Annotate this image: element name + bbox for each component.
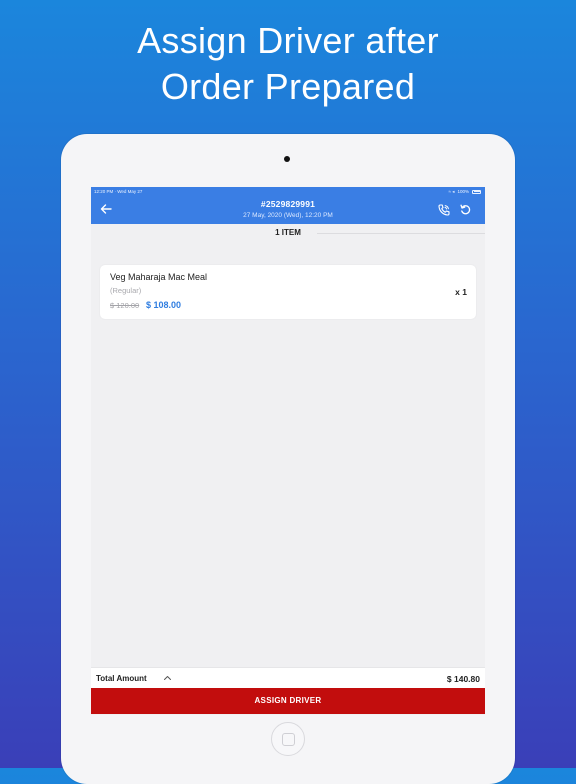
order-item-card: Veg Maharaja Mac Meal (Regular) $ 120.00… bbox=[100, 265, 476, 319]
app-screen: 12:20 PM · Wed May 27 ≈ ◂ 100% #25298299… bbox=[91, 187, 485, 715]
item-count-label: 1 ITEM bbox=[275, 228, 301, 237]
order-datetime: 27 May, 2020 (Wed), 12:20 PM bbox=[243, 212, 333, 219]
home-button[interactable] bbox=[271, 722, 305, 756]
headline-line-2: Order Prepared bbox=[160, 66, 416, 107]
item-name: Veg Maharaja Mac Meal bbox=[110, 272, 208, 282]
order-number: #2529829991 bbox=[260, 199, 316, 209]
chevron-up-icon[interactable] bbox=[163, 674, 172, 682]
status-indicators: ≈ ◂ 100% bbox=[448, 187, 481, 196]
item-original-price: $ 120.00 bbox=[110, 301, 140, 310]
ipad-frame: 12:20 PM · Wed May 27 ≈ ◂ 100% #25298299… bbox=[61, 134, 515, 784]
total-amount-label: Total Amount bbox=[96, 674, 147, 683]
assign-driver-button[interactable]: ASSIGN DRIVER bbox=[91, 688, 485, 714]
promo-headline: Assign Driver after Order Prepared bbox=[0, 18, 576, 110]
phone-call-icon[interactable] bbox=[437, 203, 451, 217]
total-amount-row[interactable]: Total Amount $ 140.80 bbox=[91, 667, 485, 689]
status-bar: 12:20 PM · Wed May 27 ≈ ◂ 100% bbox=[91, 187, 485, 196]
camera-dot bbox=[284, 156, 290, 162]
order-header: #2529829991 27 May, 2020 (Wed), 12:20 PM bbox=[91, 196, 485, 224]
battery-percent: 100% bbox=[457, 189, 469, 194]
item-count-row: 1 ITEM bbox=[91, 224, 485, 242]
item-quantity: x 1 bbox=[455, 287, 467, 297]
total-amount-value: $ 140.80 bbox=[446, 674, 480, 684]
headline-line-1: Assign Driver after bbox=[137, 20, 439, 61]
status-time: 12:20 PM · Wed May 27 bbox=[94, 189, 143, 194]
item-discounted-price: $ 108.00 bbox=[146, 300, 182, 310]
battery-icon bbox=[472, 189, 481, 194]
item-variant: (Regular) bbox=[110, 286, 142, 295]
refresh-icon[interactable] bbox=[459, 203, 472, 216]
signal-icon: ≈ ◂ bbox=[448, 189, 455, 194]
